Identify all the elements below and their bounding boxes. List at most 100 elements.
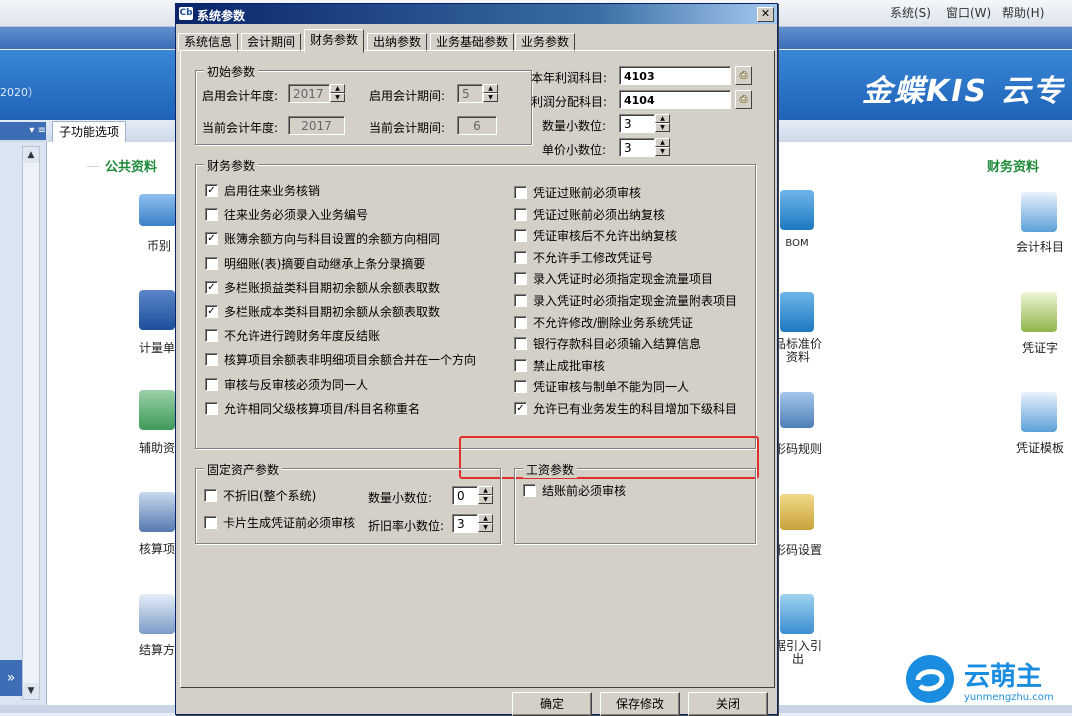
checkbox-box[interactable] [514, 229, 527, 243]
item-voucher-template[interactable]: 凭证模板 [1011, 439, 1069, 456]
finance-left-option-checkbox[interactable]: 允许相同父级核算项目/科目名称重名 [205, 400, 420, 417]
fa-qty-decimals-field[interactable]: 0 [452, 486, 478, 505]
checkbox-label: 凭证审核与制单不能为同一人 [533, 380, 690, 395]
checkbox-box[interactable]: ✓ [514, 402, 527, 415]
price-decimals-spinner[interactable]: ▲ ▼ [655, 138, 670, 157]
checkbox-box[interactable] [514, 358, 527, 372]
expand-panel-button[interactable]: » [0, 660, 22, 696]
finance-left-option-checkbox[interactable]: 核算项目余额表非明细项目余额合并在一个方向 [205, 351, 476, 368]
profit-account-field[interactable]: 4103 [619, 66, 731, 85]
tab-finance-params[interactable]: 财务参数 [304, 29, 365, 53]
no-depreciation-checkbox[interactable]: 不折旧(整个系统) [204, 487, 316, 504]
finance-left-option-checkbox[interactable]: 明细账(表)摘要自动继承上条分录摘要 [205, 255, 425, 272]
price-decimals-field[interactable]: 3 [619, 138, 655, 157]
checkbox-box[interactable] [514, 250, 527, 264]
qty-decimals-field[interactable]: 3 [619, 114, 655, 133]
start-year-label: 启用会计年度: [202, 89, 279, 103]
finance-left-option-checkbox[interactable]: 审核与反审核必须为同一人 [205, 376, 368, 393]
start-period-spinner[interactable]: ▲ ▼ [483, 84, 498, 103]
item-standard-price[interactable]: 品标准价 资料 [773, 338, 823, 364]
checkbox-box[interactable] [204, 516, 217, 529]
item-unit[interactable]: 计量单 [133, 339, 181, 356]
menu-system[interactable]: 系统(S) [890, 4, 931, 21]
card-voucher-audit-checkbox[interactable]: 卡片生成凭证前必须审核 [204, 514, 355, 531]
finance-right-option-checkbox[interactable]: 凭证审核与制单不能为同一人 [514, 378, 689, 395]
item-accounting[interactable]: 核算项 [133, 540, 181, 557]
checkbox-box[interactable] [523, 484, 536, 497]
finance-right-option-checkbox[interactable]: ✓ 允许已有业务发生的科目增加下级科目 [514, 400, 737, 417]
left-scrollbar[interactable]: ▲ ▼ [22, 146, 40, 700]
checkbox-box[interactable] [204, 489, 217, 502]
finance-left-option-checkbox[interactable]: ✓ 多栏账成本类科目期初余额从余额表取数 [205, 303, 440, 320]
finance-right-option-checkbox[interactable]: 凭证过账前必须出纳复核 [514, 206, 665, 223]
checkbox-box[interactable]: ✓ [205, 305, 218, 318]
finance-right-option-checkbox[interactable]: 录入凭证时必须指定现金流量项目 [514, 270, 713, 287]
start-year-field[interactable]: 2017 [288, 84, 330, 103]
checkbox-label: 启用往来业务核销 [224, 184, 321, 198]
item-chart-of-accounts[interactable]: 会计科目 [1011, 238, 1069, 255]
checkbox-box[interactable] [514, 315, 527, 329]
checkbox-box[interactable] [514, 186, 527, 199]
item-voucher-word[interactable]: 凭证字 [1011, 339, 1069, 356]
checkbox-label: 银行存款科目必须输入结算信息 [533, 337, 702, 352]
checkbox-box[interactable] [514, 380, 527, 394]
checkbox-box[interactable] [514, 294, 527, 307]
dep-rate-decimals-field[interactable]: 3 [452, 514, 478, 533]
item-import-export[interactable]: 据引入引 出 [773, 640, 823, 666]
fixed-assets-group: 固定资产参数 不折旧(整个系统) 卡片生成凭证前必须审核 数量小数位: 0 ▲ ▼… [195, 461, 501, 544]
checkbox-box[interactable] [514, 207, 527, 221]
distribution-account-field[interactable]: 4104 [619, 90, 731, 109]
finance-left-option-checkbox[interactable]: ✓ 账簿余额方向与科目设置的余额方向相同 [205, 230, 440, 247]
currency-icon [139, 194, 177, 226]
distribution-account-lookup-icon[interactable]: ⎙ [735, 90, 752, 109]
audit-before-close-checkbox[interactable]: 结账前必须审核 [523, 482, 626, 499]
scroll-down-icon[interactable]: ▼ [23, 683, 39, 699]
checkbox-box[interactable] [205, 401, 218, 415]
finance-params-panel: 初始参数 启用会计年度: 2017 ▲ ▼ 启用会计期间: 5 ▲ ▼ 当前会计年度… [180, 50, 775, 688]
start-year-spinner[interactable]: ▲ ▼ [330, 84, 345, 103]
fa-qty-decimals-spinner[interactable]: ▲ ▼ [478, 486, 493, 505]
close-icon[interactable]: ✕ [757, 7, 774, 22]
menu-help[interactable]: 帮助(H) [1002, 4, 1044, 21]
finance-right-option-checkbox[interactable]: 禁止成批审核 [514, 357, 605, 374]
checkbox-box[interactable]: ✓ [205, 232, 218, 246]
item-bom[interactable]: BOM [775, 238, 819, 249]
checkbox-box[interactable]: ✓ [205, 280, 218, 294]
checkbox-box[interactable]: ✓ [205, 184, 218, 197]
qty-decimals-spinner[interactable]: ▲ ▼ [655, 114, 670, 133]
finance-right-option-checkbox[interactable]: 录入凭证时必须指定现金流量附表项目 [514, 292, 737, 309]
finance-left-option-checkbox[interactable]: 往来业务必须录入业务编号 [205, 206, 368, 223]
save-changes-button[interactable]: 保存修改 [600, 692, 680, 716]
checkbox-box[interactable] [205, 377, 218, 391]
finance-right-option-checkbox[interactable]: 不允许修改/删除业务系统凭证 [514, 314, 693, 331]
finance-right-option-checkbox[interactable]: 银行存款科目必须输入结算信息 [514, 335, 701, 352]
scroll-up-icon[interactable]: ▲ [23, 147, 39, 163]
checkbox-box[interactable] [205, 208, 218, 222]
checkbox-box[interactable] [205, 353, 218, 367]
finance-left-option-checkbox[interactable]: ✓ 多栏账损益类科目期初余额从余额表取数 [205, 279, 440, 296]
finance-right-option-checkbox[interactable]: 不允许手工修改凭证号 [514, 249, 653, 266]
fa-qty-decimals-label: 数量小数位: [368, 491, 433, 505]
finance-left-option-checkbox[interactable]: 不允许进行跨财务年度反结账 [205, 327, 380, 344]
profit-account-lookup-icon[interactable]: ⎙ [735, 66, 752, 85]
item-barcode-rule[interactable]: 形码规则 [773, 440, 823, 457]
checkbox-box[interactable] [205, 329, 218, 343]
menu-window[interactable]: 窗口(W) [946, 4, 991, 21]
item-auxiliary[interactable]: 辅助资 [133, 439, 181, 456]
ok-button[interactable]: 确定 [512, 692, 592, 716]
item-barcode-settings[interactable]: 形码设置 [773, 541, 823, 558]
dialog-titlebar[interactable]: Cb 系统参数 ✕ [176, 4, 777, 24]
item-settlement[interactable]: 结算方 [133, 641, 181, 658]
watermark-name: 云萌主 [964, 662, 1043, 692]
finance-right-option-checkbox[interactable]: 凭证过账前必须审核 [514, 184, 641, 201]
tab-sub-options[interactable]: 子功能选项 [52, 121, 126, 142]
nav-collapse-button[interactable]: ▾ ≡ [0, 122, 46, 140]
checkbox-box[interactable] [205, 256, 218, 270]
start-period-field[interactable]: 5 [457, 84, 483, 103]
finance-left-option-checkbox[interactable]: ✓ 启用往来业务核销 [205, 182, 320, 199]
finance-right-option-checkbox[interactable]: 凭证审核后不允许出纳复核 [514, 227, 677, 244]
dep-rate-decimals-spinner[interactable]: ▲ ▼ [478, 514, 493, 533]
checkbox-box[interactable] [514, 337, 527, 351]
close-button[interactable]: 关闭 [688, 692, 768, 716]
checkbox-box[interactable] [514, 272, 527, 286]
